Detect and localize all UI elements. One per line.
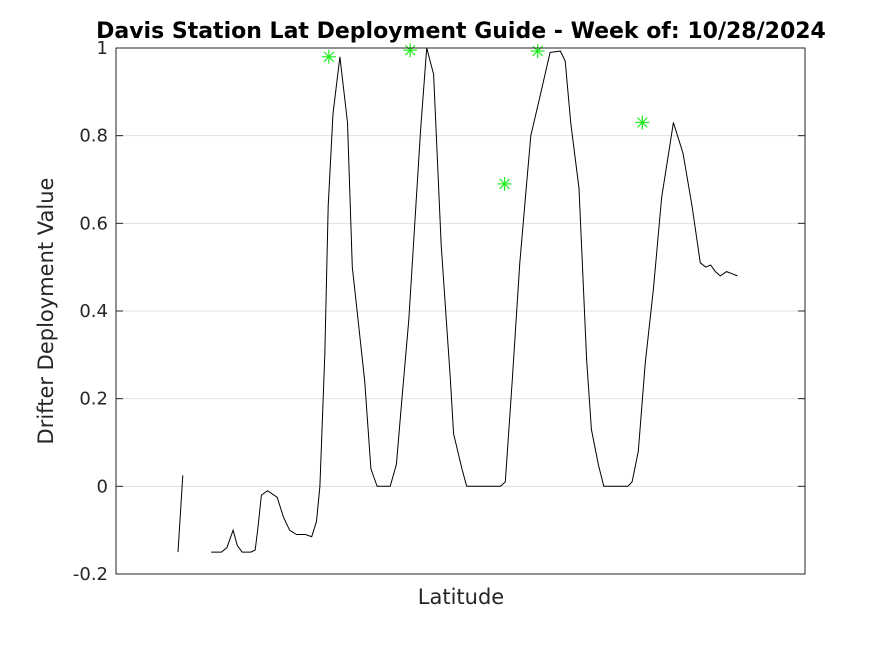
peak-marker — [321, 49, 336, 64]
y-axis-label: Drifter Deployment Value — [34, 178, 58, 445]
y-tick-label: 0.8 — [79, 126, 108, 147]
peak-marker — [497, 176, 512, 191]
y-tick-label: 0 — [97, 476, 108, 497]
x-axis-label: Latitude — [418, 585, 504, 609]
y-tick-label: -0.2 — [73, 564, 108, 585]
chart-title: Davis Station Lat Deployment Guide - Wee… — [96, 19, 826, 44]
y-tick-label: 1 — [97, 38, 108, 59]
y-tick-label: 0.6 — [79, 213, 108, 234]
deployment-chart: Davis Station Lat Deployment Guide - Wee… — [34, 19, 826, 609]
peak-marker — [403, 43, 418, 58]
y-tick-label: 0.2 — [79, 389, 108, 410]
y-tick-label: 0.4 — [79, 301, 108, 322]
peak-marker — [635, 115, 650, 130]
